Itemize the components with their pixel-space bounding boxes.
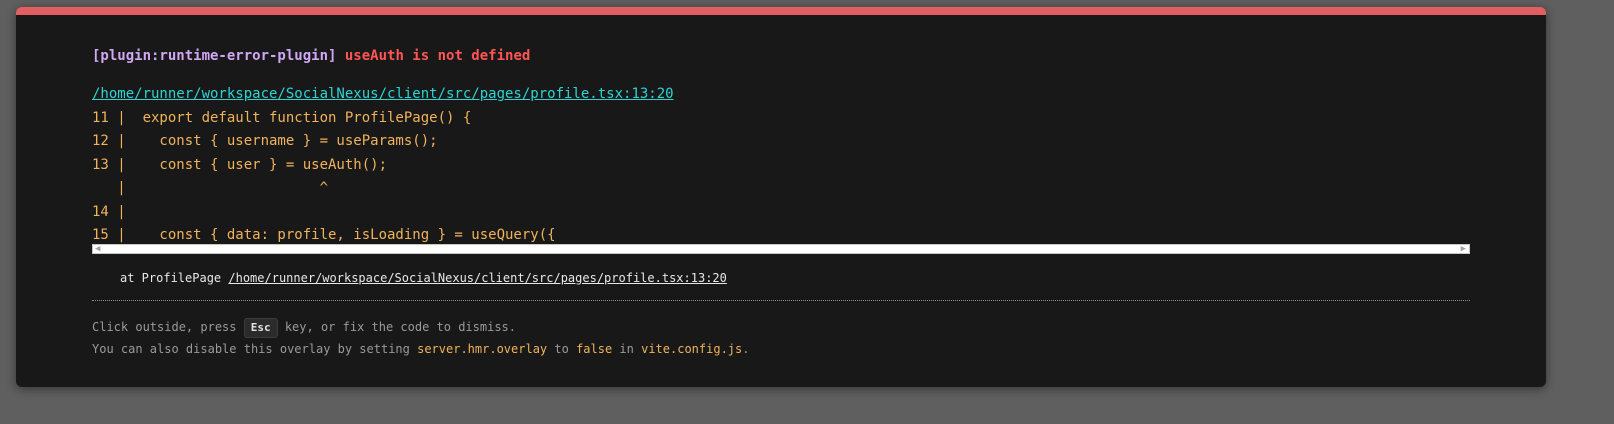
false-value: false <box>576 342 613 356</box>
plugin-name: [plugin:runtime-error-plugin] <box>92 48 337 64</box>
disable-tip-text: You can also disable this overlay by set… <box>92 342 418 356</box>
disable-tip-to: to <box>547 342 577 356</box>
vite-config-file: vite.config.js <box>641 342 743 356</box>
tip-divider <box>92 300 1470 301</box>
dismiss-tip-text: Click outside, press <box>92 320 244 334</box>
dismiss-tip-text-end: key, or fix the code to dismiss. <box>277 320 517 334</box>
code-frame-line: 13 | const { user } = useAuth(); <box>92 156 388 173</box>
stack-trace-prefix: at ProfilePage <box>120 271 229 285</box>
esc-key-badge: Esc <box>243 318 278 338</box>
code-frame-line: 12 | const { username } = useParams(); <box>92 133 438 150</box>
error-message: [plugin:runtime-error-plugin] useAuth is… <box>92 48 530 64</box>
code-frame: 11 | export default function ProfilePage… <box>92 107 1470 243</box>
scroll-left-arrow-icon[interactable]: ◀ <box>95 244 100 254</box>
code-frame-line: 14 | <box>92 203 126 220</box>
stack-trace: at ProfilePage /home/runner/workspace/So… <box>120 271 727 285</box>
error-file-link[interactable]: /home/runner/workspace/SocialNexus/clien… <box>92 86 674 102</box>
code-frame-horizontal-scrollbar[interactable]: ◀ ▶ <box>92 244 1470 254</box>
stack-trace-link[interactable]: /home/runner/workspace/SocialNexus/clien… <box>228 271 727 285</box>
error-overlay-window: [plugin:runtime-error-plugin] useAuth is… <box>16 7 1546 387</box>
disable-tip-in: in <box>612 342 642 356</box>
code-frame-caret-line: | ^ <box>92 180 329 197</box>
disable-tip-period: . <box>742 342 750 356</box>
dismiss-tip: Click outside, press Esc key, or fix the… <box>92 318 516 338</box>
disable-overlay-tip: You can also disable this overlay by set… <box>92 342 749 356</box>
error-message-text: useAuth is not defined <box>344 48 531 64</box>
code-frame-line: 15 | const { data: profile, isLoading } … <box>92 226 556 243</box>
hmr-overlay-setting: server.hmr.overlay <box>417 342 548 356</box>
scroll-right-arrow-icon[interactable]: ▶ <box>1461 244 1466 254</box>
code-frame-line: 11 | export default function ProfilePage… <box>92 110 472 126</box>
